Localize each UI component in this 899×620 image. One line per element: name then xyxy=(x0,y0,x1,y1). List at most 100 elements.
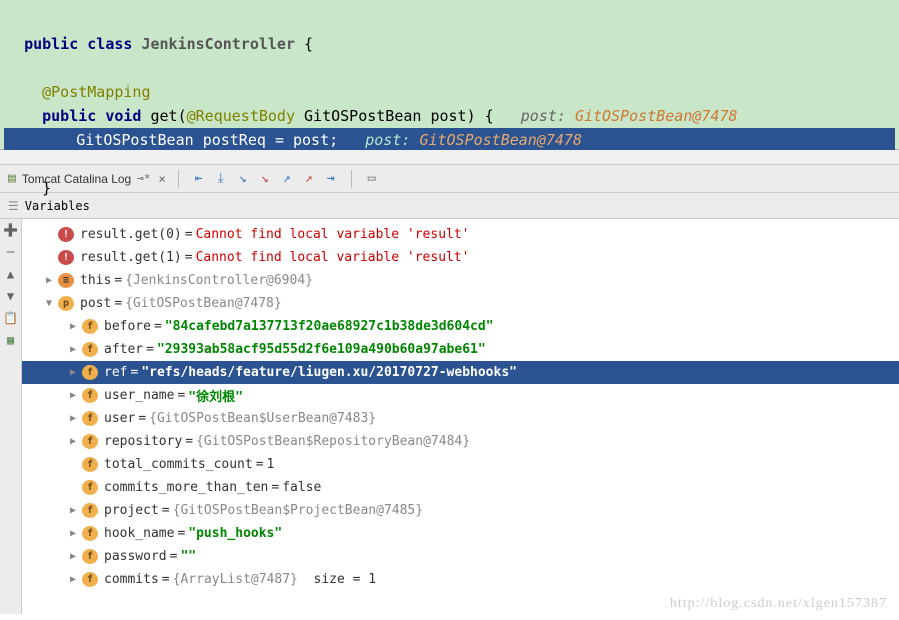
variable-value: {GitOSPostBean$ProjectBean@7485} xyxy=(173,503,423,518)
variable-name: after xyxy=(104,342,143,357)
variable-type-icon: f xyxy=(82,457,98,472)
variable-this[interactable]: ≡this = {JenkinsController@6904} xyxy=(22,269,899,292)
splitter[interactable] xyxy=(0,150,899,165)
variable-name: project xyxy=(104,503,159,518)
variable-type-icon: f xyxy=(82,365,98,380)
variables-tree[interactable]: !result.get(0) = Cannot find local varia… xyxy=(22,219,899,614)
expand-arrow[interactable] xyxy=(70,321,82,332)
variable-total_commits_count[interactable]: ftotal_commits_count = 1 xyxy=(22,453,899,476)
code-editor[interactable]: public class JenkinsController { @PostMa… xyxy=(0,0,899,150)
console-tab-bar: ▤ Tomcat Catalina Log ⊸* × ⇤ ⤓ ↘ ↘ ↗ ↗ ⇥… xyxy=(0,165,899,193)
variable-name: total_commits_count xyxy=(104,457,253,472)
variable-before[interactable]: fbefore = "84cafebd7a137713f20ae68927c1b… xyxy=(22,315,899,338)
variable-value: Cannot find local variable 'result' xyxy=(196,250,470,265)
variable-name: commits xyxy=(104,572,159,587)
variable-type-icon: f xyxy=(82,549,98,564)
variable-value: {ArrayList@7487} xyxy=(173,572,298,587)
variable-name: before xyxy=(104,319,151,334)
variable-after[interactable]: fafter = "29393ab58acf95d55d2f6e109a490b… xyxy=(22,338,899,361)
variable-name: ref xyxy=(104,365,127,380)
tomcat-log-tab[interactable]: Tomcat Catalina Log xyxy=(22,172,131,186)
force-step-out-icon[interactable]: ↗ xyxy=(301,171,317,187)
variable-value: false xyxy=(282,480,321,495)
variables-panel-header: ☰ Variables xyxy=(0,193,899,219)
variable-type-icon: f xyxy=(82,526,98,541)
variable-name: commits_more_than_ten xyxy=(104,480,268,495)
variable-type-icon: f xyxy=(82,411,98,426)
expand-arrow[interactable] xyxy=(70,505,82,516)
variable-value: "" xyxy=(180,549,196,564)
variable-name: password xyxy=(104,549,167,564)
expand-arrow[interactable] xyxy=(46,298,58,309)
force-step-icon[interactable]: ↘ xyxy=(257,171,273,187)
variable-value: {JenkinsController@6904} xyxy=(125,273,313,288)
variable-type-icon: f xyxy=(82,572,98,587)
variable-value: "29393ab58acf95d55d2f6e109a490b60a97abe6… xyxy=(157,342,486,357)
variable-type-icon: ≡ xyxy=(58,273,74,288)
expand-arrow[interactable] xyxy=(70,574,82,585)
variable-project[interactable]: fproject = {GitOSPostBean$ProjectBean@74… xyxy=(22,499,899,522)
pin-icon[interactable]: ⊸* xyxy=(137,172,150,185)
step-over-icon[interactable]: ⤓ xyxy=(213,171,229,187)
expand-arrow[interactable] xyxy=(70,528,82,539)
variable-result-get-0-[interactable]: !result.get(0) = Cannot find local varia… xyxy=(22,223,899,246)
variable-name: result.get(1) xyxy=(80,250,182,265)
expand-arrow[interactable] xyxy=(70,413,82,424)
variable-ref[interactable]: fref = "refs/heads/feature/liugen.xu/201… xyxy=(22,361,899,384)
variable-password[interactable]: fpassword = "" xyxy=(22,545,899,568)
variable-type-icon: ! xyxy=(58,250,74,265)
variable-type-icon: f xyxy=(82,480,98,495)
expand-arrow[interactable] xyxy=(46,275,58,286)
variable-value: "徐刘根" xyxy=(188,386,243,405)
variables-gutter: ➕ ─ ▲ ▼ 📋 ▦ xyxy=(0,219,22,614)
variable-commits[interactable]: fcommits = {ArrayList@7487} size = 1 xyxy=(22,568,899,591)
variable-type-icon: f xyxy=(82,342,98,357)
watches-icon[interactable]: ▦ xyxy=(3,333,19,349)
variable-type-icon: ! xyxy=(58,227,74,242)
tomcat-log-tab-icon: ▤ xyxy=(8,171,16,186)
variable-value: Cannot find local variable 'result' xyxy=(196,227,470,242)
variable-value: "84cafebd7a137713f20ae68927c1b38de3d604c… xyxy=(165,319,494,334)
variable-name: user_name xyxy=(104,388,174,403)
expand-arrow[interactable] xyxy=(70,551,82,562)
variable-repository[interactable]: frepository = {GitOSPostBean$RepositoryB… xyxy=(22,430,899,453)
variable-user_name[interactable]: fuser_name = "徐刘根" xyxy=(22,384,899,407)
remove-watch-icon[interactable]: ─ xyxy=(3,245,19,261)
add-watch-icon[interactable]: ➕ xyxy=(3,223,19,239)
variable-value: 1 xyxy=(267,457,275,472)
drop-frame-icon[interactable]: ⇥ xyxy=(323,171,339,187)
close-tab-icon[interactable]: × xyxy=(158,172,165,186)
up-icon[interactable]: ▲ xyxy=(3,267,19,283)
variable-type-icon: f xyxy=(82,388,98,403)
variable-result-get-1-[interactable]: !result.get(1) = Cannot find local varia… xyxy=(22,246,899,269)
variables-list-icon: ☰ xyxy=(8,199,19,213)
variable-name: hook_name xyxy=(104,526,174,541)
variable-type-icon: p xyxy=(58,296,74,311)
expand-arrow[interactable] xyxy=(70,436,82,447)
current-execution-line: GitOSPostBean postReq = post; post: GitO… xyxy=(4,128,895,152)
variable-type-icon: f xyxy=(82,503,98,518)
step-out-icon[interactable]: ↗ xyxy=(279,171,295,187)
variable-value: {GitOSPostBean$RepositoryBean@7484} xyxy=(196,434,470,449)
variable-name: result.get(0) xyxy=(80,227,182,242)
variable-name: user xyxy=(104,411,135,426)
step-down-icon[interactable]: ↘ xyxy=(235,171,251,187)
variable-post[interactable]: ppost = {GitOSPostBean@7478} xyxy=(22,292,899,315)
variable-value: "refs/heads/feature/liugen.xu/20170727-w… xyxy=(141,365,517,380)
variable-user[interactable]: fuser = {GitOSPostBean$UserBean@7483} xyxy=(22,407,899,430)
expand-arrow[interactable] xyxy=(70,344,82,355)
variable-commits_more_than_ten[interactable]: fcommits_more_than_ten = false xyxy=(22,476,899,499)
expand-arrow[interactable] xyxy=(70,390,82,401)
variable-name: repository xyxy=(104,434,182,449)
variable-value: "push_hooks" xyxy=(188,526,282,541)
step-into-icon[interactable]: ⇤ xyxy=(191,171,207,187)
variable-value: {GitOSPostBean$UserBean@7483} xyxy=(149,411,376,426)
variable-value: {GitOSPostBean@7478} xyxy=(125,296,282,311)
expand-arrow[interactable] xyxy=(70,367,82,378)
down-icon[interactable]: ▼ xyxy=(3,289,19,305)
copy-icon[interactable]: 📋 xyxy=(3,311,19,327)
variable-name: this xyxy=(80,273,111,288)
variable-type-icon: f xyxy=(82,434,98,449)
evaluate-icon[interactable]: ▭ xyxy=(364,171,380,187)
variable-hook_name[interactable]: fhook_name = "push_hooks" xyxy=(22,522,899,545)
